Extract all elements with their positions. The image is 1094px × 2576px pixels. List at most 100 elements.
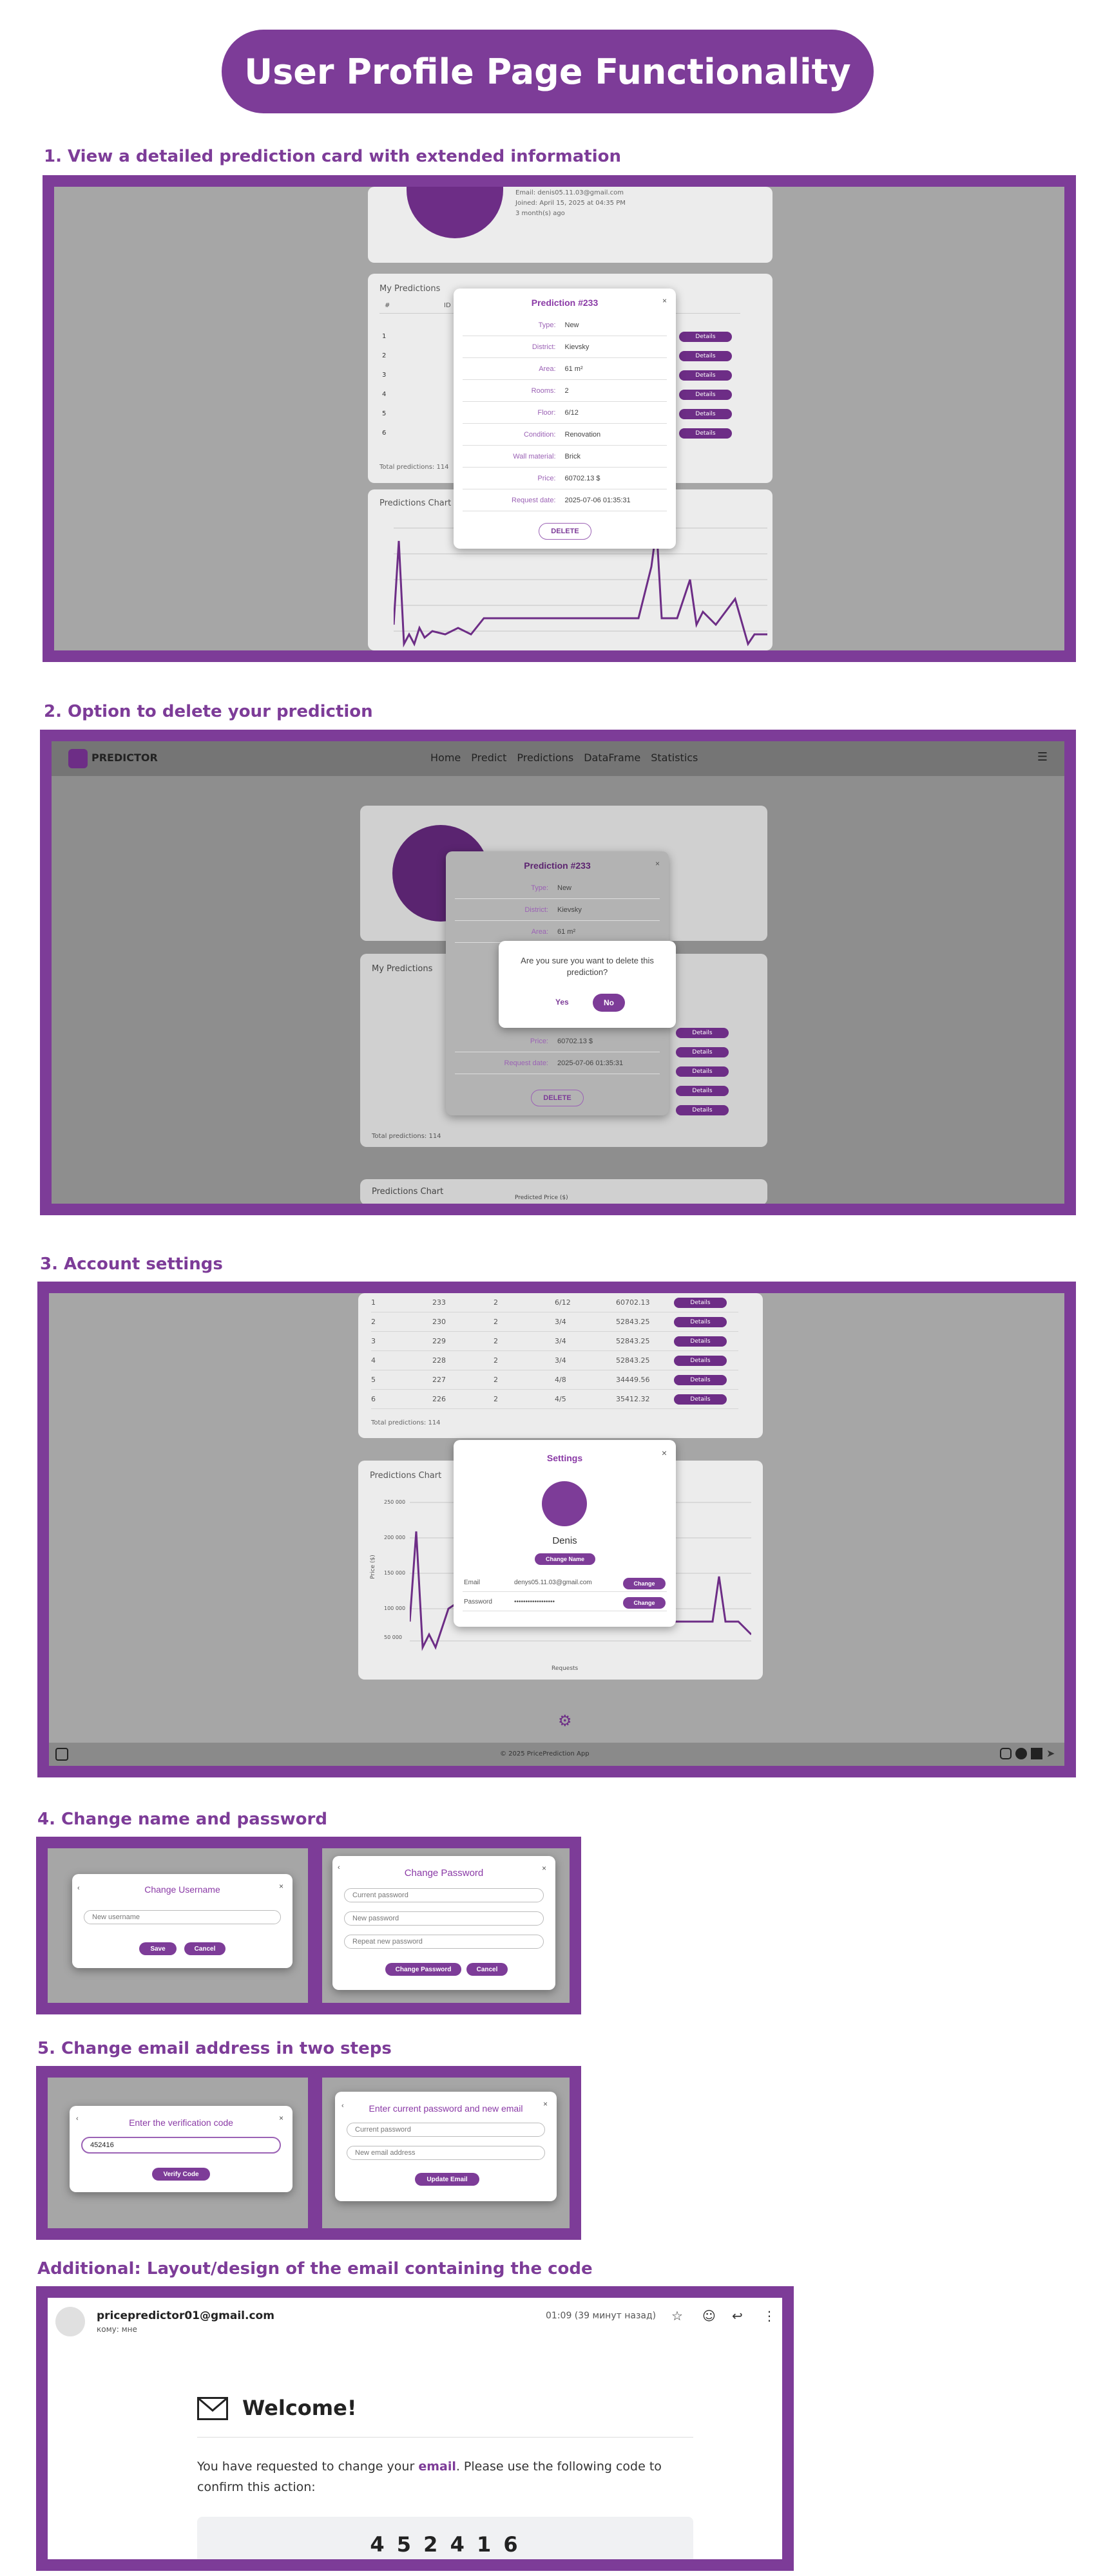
yes-button[interactable]: Yes <box>555 998 569 1007</box>
sender-avatar <box>55 2307 85 2336</box>
avatar <box>407 187 503 238</box>
gear-icon[interactable]: ⚙ <box>558 1712 572 1730</box>
screenshot-settings: 1 233 2 6/12 60702.13 2 230 2 3/4 52843.25 3 229 2… <box>37 1282 1076 1777</box>
details-button[interactable]: Details <box>679 370 732 381</box>
details-button[interactable]: Details <box>674 1375 727 1385</box>
instagram-icon[interactable] <box>1000 1748 1012 1759</box>
field-row: Condition: Renovation <box>463 424 667 446</box>
total-predictions: Total predictions: 114 <box>372 1133 441 1140</box>
close-icon[interactable]: × <box>655 859 660 868</box>
current-password-input[interactable]: Current password <box>347 2123 545 2137</box>
email-time: 01:09 (39 минут назад) <box>546 2311 657 2321</box>
email-link[interactable]: email <box>418 2459 456 2474</box>
details-button[interactable]: Details <box>676 1105 729 1115</box>
new-password-input[interactable]: New password <box>344 1911 544 1926</box>
nav-predict[interactable]: Predict <box>471 752 506 764</box>
change-name-button[interactable]: Change Name <box>535 1553 595 1565</box>
settings-modal: Settings × Denis Change Name Email denys… <box>454 1440 676 1627</box>
close-icon[interactable]: × <box>279 2114 283 2123</box>
predictions-title: My Predictions <box>372 964 433 974</box>
verify-title: Enter the verification code <box>129 2117 233 2128</box>
details-button[interactable]: Details <box>674 1317 727 1327</box>
footer: © 2025 PricePrediction App ➤ <box>49 1743 1064 1766</box>
total-predictions: Total predictions: 114 <box>379 464 449 471</box>
field-row: District: Kievsky <box>463 336 667 358</box>
verification-code: 4 5 2 4 1 6 <box>197 2517 693 2559</box>
row-number: 6 <box>382 430 387 437</box>
save-button[interactable]: Save <box>139 1942 177 1955</box>
verify-code-button[interactable]: Verify Code <box>152 2168 210 2181</box>
details-button[interactable]: Details <box>674 1394 727 1405</box>
cancel-button[interactable]: Cancel <box>184 1942 226 1955</box>
details-button[interactable]: Details <box>679 409 732 419</box>
details-button[interactable]: Details <box>679 390 732 400</box>
email-value: denys05.11.03@gmail.com <box>514 1579 592 1586</box>
nav-statistics[interactable]: Statistics <box>651 752 698 764</box>
close-icon[interactable]: × <box>542 1864 546 1873</box>
field-row: Area: 61 m² <box>463 358 667 380</box>
star-icon[interactable]: ☆ <box>671 2308 683 2324</box>
x-axis-label: Requests <box>552 1665 579 1672</box>
details-button[interactable]: Details <box>676 1028 729 1038</box>
profile-card: Email: denis05.11.03@gmail.com Joined: A… <box>368 187 773 263</box>
no-button[interactable]: No <box>593 994 625 1012</box>
details-button[interactable]: Details <box>679 351 732 361</box>
update-email-button[interactable]: Update Email <box>415 2173 479 2186</box>
change-email-button[interactable]: Change <box>623 1578 666 1589</box>
new-username-input[interactable]: New username <box>84 1910 281 1924</box>
more-icon[interactable]: ⋮ <box>763 2308 776 2324</box>
telegram-icon[interactable]: ➤ <box>1046 1748 1058 1759</box>
cancel-button[interactable]: Cancel <box>466 1963 508 1976</box>
nav-predictions[interactable]: Predictions <box>517 752 573 764</box>
details-button[interactable]: Details <box>674 1356 727 1366</box>
x-icon[interactable] <box>1031 1748 1042 1759</box>
current-password-input[interactable]: Current password <box>344 1888 544 1902</box>
change-password-modal: ‹ Change Password × Current password New… <box>332 1856 555 1990</box>
change-password-title: Change Password <box>404 1868 484 1879</box>
delete-button[interactable]: DELETE <box>539 523 591 540</box>
field-row: Floor: 6/12 <box>463 402 667 424</box>
y-axis-label: Price ($) <box>369 1555 376 1579</box>
details-button[interactable]: Details <box>674 1336 727 1347</box>
details-button[interactable]: Details <box>676 1086 729 1096</box>
profile-joined: Joined: April 15, 2025 at 04:35 PM <box>515 200 626 207</box>
change-username-title: Change Username <box>144 1884 220 1895</box>
close-icon[interactable]: × <box>543 2099 548 2108</box>
field-row: Request date: 2025-07-06 01:35:31 <box>463 489 667 511</box>
close-icon[interactable]: × <box>279 1882 283 1891</box>
change-username-modal: ‹ Change Username × New username Save Ca… <box>72 1874 293 1968</box>
row-number: 2 <box>382 352 387 359</box>
logo-text: PREDICTOR <box>91 752 158 764</box>
recipient-dropdown[interactable]: кому: мне <box>97 2325 137 2334</box>
close-icon[interactable]: × <box>662 1448 667 1458</box>
reply-icon[interactable]: ↩ <box>732 2308 743 2324</box>
field-row: Price: 60702.13 $ <box>463 468 667 489</box>
navbar: PREDICTOR Home Predict Predictions DataF… <box>52 741 1064 776</box>
new-email-input[interactable]: New email address <box>347 2146 545 2160</box>
screenshots-change-email: ‹ Enter the verification code × 452416 V… <box>36 2066 581 2240</box>
details-button[interactable]: Details <box>679 428 732 439</box>
copyright: © 2025 PricePrediction App <box>500 1750 590 1757</box>
close-icon[interactable]: × <box>662 296 667 305</box>
menu-icon[interactable]: ☰ <box>1037 750 1048 764</box>
details-button[interactable]: Details <box>676 1047 729 1057</box>
profile-ago: 3 month(s) ago <box>515 210 565 217</box>
repeat-password-input[interactable]: Repeat new password <box>344 1935 544 1949</box>
email-screenshot: pricepredictor01@gmail.com кому: мне 01:… <box>36 2286 794 2571</box>
chart-title: Predictions Chart <box>372 1187 444 1197</box>
change-password-button[interactable]: Change <box>623 1597 666 1609</box>
emoji-icon[interactable]: ☺ <box>702 2308 716 2324</box>
verification-code-input[interactable]: 452416 <box>81 2137 281 2154</box>
delete-button[interactable]: DELETE <box>531 1090 584 1106</box>
chart-title: Predictions Chart <box>379 498 452 508</box>
field-row: Type: New <box>463 314 667 336</box>
facebook-icon[interactable] <box>1015 1748 1027 1759</box>
change-password-button[interactable]: Change Password <box>385 1963 461 1976</box>
details-button[interactable]: Details <box>676 1066 729 1077</box>
nav-dataframe[interactable]: DataFrame <box>584 752 640 764</box>
field-row: Rooms: 2 <box>463 380 667 402</box>
nav-home[interactable]: Home <box>430 752 461 764</box>
divider <box>197 2437 693 2438</box>
details-button[interactable]: Details <box>679 332 732 342</box>
details-button[interactable]: Details <box>674 1298 727 1308</box>
